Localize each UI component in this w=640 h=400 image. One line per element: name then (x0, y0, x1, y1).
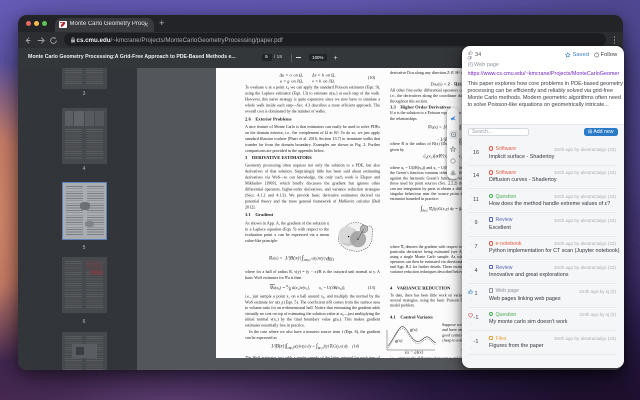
svg-text:ġ(x): ġ(x) (410, 327, 418, 332)
svg-text:g(x): g(x) (395, 338, 403, 343)
svg-text:(g − ġ)(x): (g − ġ)(x) (405, 349, 424, 354)
